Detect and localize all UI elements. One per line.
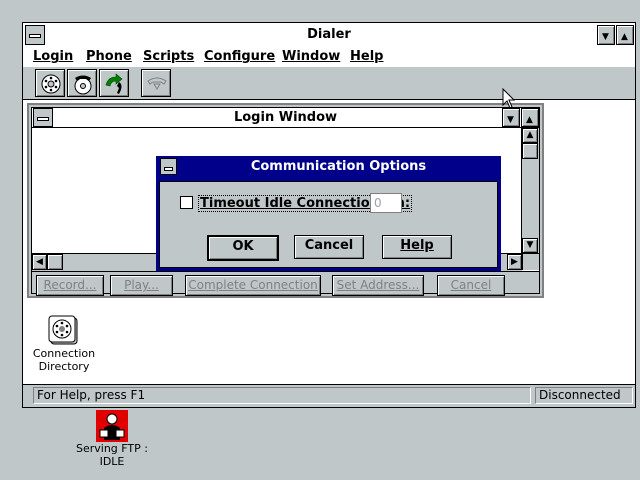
mouse-cursor-icon — [502, 88, 516, 109]
dial-button[interactable] — [35, 69, 65, 97]
phone-disabled-icon — [147, 77, 167, 90]
phone-handset-button[interactable] — [99, 69, 129, 97]
vertical-scroll-thumb[interactable] — [522, 143, 538, 159]
minimize-arrow-icon: ▼ — [602, 32, 609, 42]
scroll-up-arrow-icon[interactable]: ▲ — [522, 128, 538, 143]
ok-button[interactable]: OK — [207, 235, 279, 261]
dialog-help-button[interactable]: Help — [382, 235, 452, 259]
toolbar — [23, 67, 635, 100]
record-button[interactable]: Record... — [36, 275, 104, 296]
communication-options-dialog: Communication Options Timeout Idle Conne… — [156, 156, 501, 271]
maximize-arrow-icon: ▲ — [526, 115, 533, 125]
login-title-bar[interactable]: Login Window ▼ ▲ — [32, 108, 539, 128]
scrollbar-corner — [522, 253, 539, 270]
connection-directory-label: Connection Directory — [32, 347, 96, 373]
dialog-title-bar[interactable]: Communication Options — [156, 156, 501, 178]
minimize-button[interactable]: ▼ — [597, 25, 615, 45]
menu-window[interactable]: Window — [282, 49, 340, 64]
dial-icon — [41, 74, 61, 94]
dialog-body: Timeout Idle Connections in: 0 OK Cancel… — [159, 181, 498, 268]
play-button[interactable]: Play... — [110, 275, 173, 296]
minimize-arrow-icon: ▼ — [507, 115, 514, 125]
login-button-bar: Record... Play... Complete Connection Se… — [32, 271, 539, 296]
title-bar[interactable]: Dialer ▼ ▲ — [23, 23, 635, 48]
connection-directory-icon — [48, 315, 78, 345]
menu-login[interactable]: Login — [33, 49, 73, 64]
horizontal-scroll-thumb[interactable] — [47, 254, 63, 270]
ftp-label-line2: IDLE — [99, 455, 125, 468]
phone-handset-icon — [105, 73, 123, 94]
hangup-button[interactable] — [67, 69, 97, 97]
window-title: Dialer — [307, 27, 351, 42]
cancel-button[interactable]: Cancel — [437, 275, 505, 296]
login-window-title: Login Window — [233, 110, 338, 125]
scroll-down-arrow-icon[interactable]: ▼ — [522, 238, 538, 253]
phone-disabled-button[interactable] — [141, 69, 171, 97]
scroll-right-arrow-icon[interactable]: ▶ — [507, 254, 522, 270]
login-minimize-button[interactable]: ▼ — [502, 108, 520, 127]
connection-directory-shortcut[interactable]: Connection Directory — [29, 315, 99, 373]
dialog-title: Communication Options — [250, 159, 427, 174]
dialog-cancel-button[interactable]: Cancel — [294, 235, 364, 259]
menu-help[interactable]: Help — [350, 49, 383, 64]
hangup-icon — [74, 75, 92, 95]
login-maximize-button[interactable]: ▲ — [521, 108, 539, 127]
status-bar: For Help, press F1 Disconnected — [23, 384, 635, 407]
login-vertical-scrollbar[interactable]: ▲ ▼ — [521, 128, 539, 253]
complete-connection-button[interactable]: Complete Connection — [185, 275, 321, 296]
menu-configure[interactable]: Configure — [204, 49, 275, 64]
maximize-arrow-icon: ▲ — [621, 32, 628, 42]
scroll-left-arrow-icon[interactable]: ◀ — [32, 254, 47, 270]
ftp-server-icon — [96, 410, 128, 442]
ftp-label-line1: Serving FTP : — [76, 442, 148, 455]
dialog-system-menu-button[interactable] — [160, 158, 177, 175]
status-help-text: For Help, press F1 — [33, 387, 531, 404]
menu-bar: Login Phone Scripts Configure Window Hel… — [23, 47, 635, 68]
menu-scripts[interactable]: Scripts — [143, 49, 194, 64]
maximize-button[interactable]: ▲ — [616, 25, 634, 45]
status-connection-state: Disconnected — [535, 387, 633, 404]
serving-ftp-shortcut[interactable]: Serving FTP : IDLE — [72, 410, 152, 468]
timeout-value-input[interactable]: 0 — [370, 193, 402, 213]
set-address-button[interactable]: Set Address... — [332, 275, 424, 296]
timeout-checkbox[interactable] — [180, 196, 193, 209]
menu-phone[interactable]: Phone — [86, 49, 132, 64]
